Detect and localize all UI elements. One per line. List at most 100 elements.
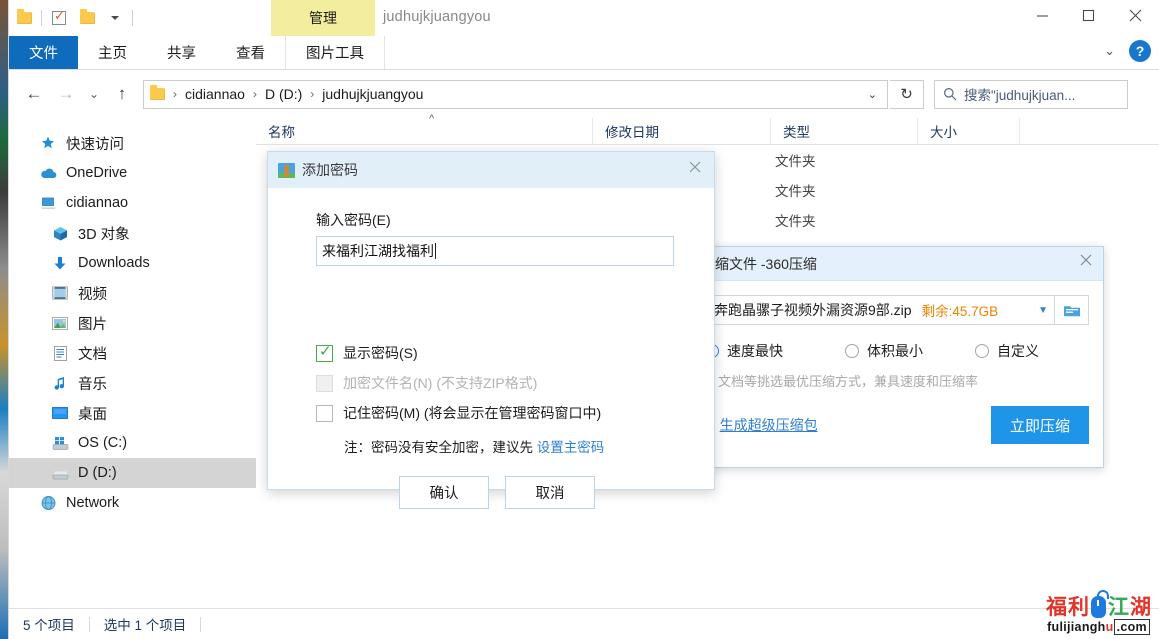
sidebar-item-os-c-drive[interactable]: OS (C:): [9, 428, 256, 458]
password-input-section: 输入密码(E) 来福利江湖找福利: [268, 188, 714, 266]
password-security-note: 注：密码没有安全加密，建议先 设置主密码: [268, 428, 714, 456]
column-header-date-modified[interactable]: 修改日期: [593, 118, 771, 145]
tab-share-label: 共享: [167, 42, 196, 63]
sidebar-label-network: Network: [66, 495, 119, 511]
sidebar-label-onedrive: OneDrive: [66, 165, 127, 181]
confirm-button-label: 确认: [430, 482, 459, 503]
close-button[interactable]: [1111, 0, 1159, 30]
row-type-2: 文件夹: [775, 210, 816, 230]
window-title: judhujkjuangyou: [383, 9, 491, 25]
management-tab-label: 管理: [309, 8, 337, 28]
sidebar-item-3d-objects[interactable]: 3D 对象: [9, 218, 256, 248]
refresh-button[interactable]: ↻: [890, 80, 924, 109]
video-icon: [51, 284, 69, 302]
music-note-icon: [51, 374, 69, 392]
super-archive-link[interactable]: 生成超级压缩包: [720, 415, 818, 435]
tab-home[interactable]: 主页: [78, 36, 147, 69]
sidebar-item-d-drive[interactable]: D (D:): [9, 458, 256, 488]
sidebar-item-cidiannao[interactable]: cidiannao: [9, 188, 256, 218]
archive-path-row: 奔跑晶骡子视频外漏资源9部.zip 剩余:45.7GB ▼: [703, 295, 1089, 325]
domain-part-u: u: [1106, 620, 1114, 634]
domain-part-jiangh: jiangh: [1067, 620, 1106, 634]
password-input[interactable]: 来福利江湖找福利: [316, 236, 674, 266]
radio-smallest[interactable]: [845, 344, 859, 358]
compress-window-close-button[interactable]: [1079, 253, 1093, 272]
tab-file[interactable]: 文件: [9, 36, 78, 69]
sidebar-item-music[interactable]: 音乐: [9, 368, 256, 398]
tab-picture-tools[interactable]: 图片工具: [285, 36, 385, 69]
option-custom[interactable]: 自定义: [975, 341, 1039, 361]
tab-home-label: 主页: [98, 42, 127, 63]
column-header-name[interactable]: 名称: [256, 118, 593, 145]
checkbox-row-show-password[interactable]: 显示密码(S): [316, 338, 714, 368]
forward-button[interactable]: →: [51, 79, 81, 109]
toolbar-divider-2: [132, 10, 133, 26]
picture-icon: [51, 314, 69, 332]
pc-icon: [39, 194, 57, 212]
column-header-type[interactable]: 类型: [771, 118, 918, 145]
recent-locations-button[interactable]: ⌄: [83, 79, 105, 109]
folder-browse-icon: [1063, 303, 1081, 318]
sidebar-item-documents[interactable]: 文档: [9, 338, 256, 368]
title-bar: 管理 judhujkjuangyou: [9, 0, 1159, 36]
sidebar-label-3d-objects: 3D 对象: [78, 223, 130, 244]
expand-ribbon-chevron-down-icon[interactable]: ⌄: [1104, 43, 1115, 59]
address-breadcrumb-bar[interactable]: › cidiannao › D (D:) › judhujkjuangyou ⌄: [143, 80, 888, 109]
archive-name-input[interactable]: 奔跑晶骡子视频外漏资源9部.zip 剩余:45.7GB ▼: [707, 295, 1055, 325]
confirm-button[interactable]: 确认: [399, 476, 489, 509]
checkbox-row-remember-password[interactable]: 记住密码(M) (将会显示在管理密码窗口中): [316, 398, 714, 428]
breadcrumb-cidiannao[interactable]: cidiannao: [185, 86, 245, 102]
archive-path-chevron-down-icon[interactable]: ▼: [1038, 305, 1048, 316]
cancel-button[interactable]: 取消: [505, 476, 595, 509]
breadcrumb-d-drive[interactable]: D (D:): [265, 86, 302, 102]
customize-toolbar-chevron-down-icon[interactable]: [104, 6, 126, 30]
sidebar-label-pictures: 图片: [78, 313, 107, 334]
watermark-char-li: 利: [1068, 597, 1089, 618]
row-type-0: 文件夹: [775, 150, 816, 170]
sidebar-item-desktop[interactable]: 桌面: [9, 398, 256, 428]
search-box[interactable]: 搜索"judhujkjuan...: [934, 80, 1128, 109]
option-fastest[interactable]: 速度最快: [705, 341, 845, 361]
sidebar-item-quick-access[interactable]: 快速访问: [9, 128, 256, 158]
sidebar-label-quick-access: 快速访问: [66, 133, 124, 154]
folder-icon[interactable]: [13, 6, 35, 30]
checkbox-show-password[interactable]: [316, 345, 333, 362]
address-dropdown-chevron-down-icon[interactable]: ⌄: [868, 88, 881, 101]
sidebar-item-videos[interactable]: 视频: [9, 278, 256, 308]
tab-view[interactable]: 查看: [216, 36, 285, 69]
sidebar-item-onedrive[interactable]: OneDrive: [9, 158, 256, 188]
browse-folder-button[interactable]: [1055, 295, 1089, 325]
new-folder-icon[interactable]: [76, 6, 98, 30]
desktop-background-strip: [0, 0, 8, 639]
checkbox-show-password-label: 显示密码(S): [343, 343, 418, 363]
maximize-button[interactable]: [1065, 0, 1111, 30]
domain-part-fuli: fuli: [1047, 620, 1067, 634]
radio-custom[interactable]: [975, 344, 989, 358]
sidebar-item-network[interactable]: Network: [9, 488, 256, 518]
sidebar-label-downloads: Downloads: [78, 255, 150, 271]
tab-share[interactable]: 共享: [147, 36, 216, 69]
disk-space-remaining: 剩余:45.7GB: [922, 300, 999, 320]
breadcrumb-current-folder[interactable]: judhujkjuangyou: [322, 86, 423, 102]
compress-now-button[interactable]: 立即压缩: [991, 406, 1089, 444]
option-smallest[interactable]: 体积最小: [845, 341, 975, 361]
search-input-placeholder: 搜索"judhujkjuan...: [964, 84, 1075, 104]
network-icon: [39, 494, 57, 512]
checkbox-remember-password[interactable]: [316, 405, 333, 422]
sidebar-item-downloads[interactable]: Downloads: [9, 248, 256, 278]
master-password-link[interactable]: 设置主密码: [537, 440, 605, 455]
search-icon: [943, 87, 957, 101]
picture-tools-management-tab[interactable]: 管理: [271, 0, 375, 36]
back-button[interactable]: ←: [19, 79, 49, 109]
sidebar-label-d-drive: D (D:): [78, 465, 117, 481]
properties-checkbox-icon[interactable]: [48, 6, 70, 30]
password-input-label: 输入密码(E): [316, 210, 714, 230]
option-smallest-label: 体积最小: [867, 341, 923, 361]
sidebar-item-pictures[interactable]: 图片: [9, 308, 256, 338]
password-dialog-close-button[interactable]: [688, 159, 702, 179]
minimize-button[interactable]: [1019, 0, 1065, 30]
help-button[interactable]: ?: [1129, 40, 1151, 62]
tab-view-label: 查看: [236, 42, 265, 63]
up-button[interactable]: ↑: [107, 79, 137, 109]
column-header-size[interactable]: 大小: [918, 118, 1020, 145]
